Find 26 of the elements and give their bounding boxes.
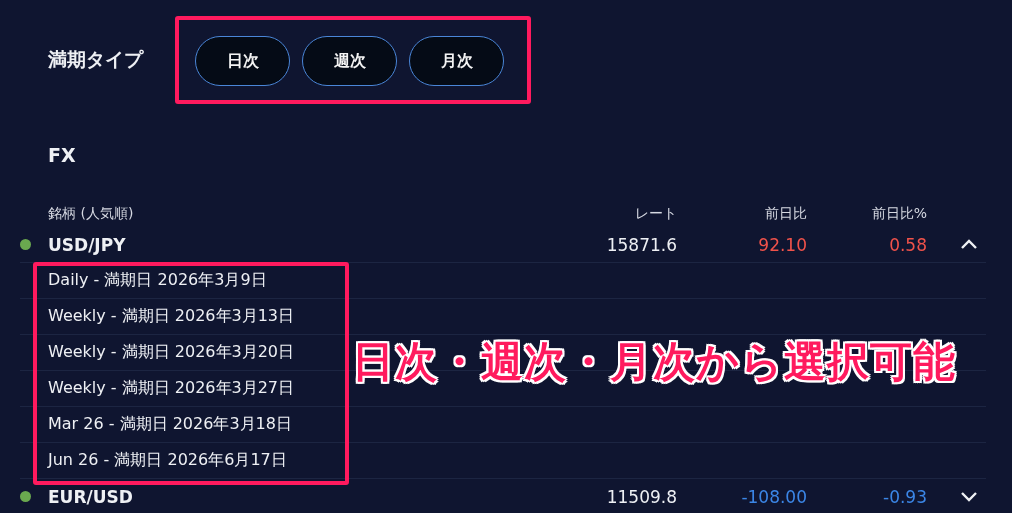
expiry-type-button[interactable]: 週次	[302, 36, 397, 86]
rate-value: 15871.6	[605, 234, 677, 255]
column-header: 前日比%	[870, 205, 927, 223]
chevron-icon[interactable]	[960, 239, 978, 250]
annotation-caption: 日次・週次・月次から選択可能	[352, 336, 956, 388]
expiry-option[interactable]: Daily - 満期日 2026年3月9日	[48, 270, 267, 291]
expiry-option[interactable]: Weekly - 満期日 2026年3月27日	[48, 378, 295, 399]
chevron-icon[interactable]	[960, 491, 978, 502]
change-value: -108.00	[740, 486, 807, 507]
column-header: レート	[634, 205, 677, 223]
expiry-type-button[interactable]: 日次	[195, 36, 290, 86]
expiry-option[interactable]: Mar 26 - 満期日 2026年3月18日	[48, 414, 292, 435]
expiry-option[interactable]: Weekly - 満期日 2026年3月20日	[48, 342, 295, 363]
change-value: 92.10	[757, 234, 807, 255]
symbol-label[interactable]: EUR/USD	[48, 486, 557, 507]
change-percent-value: 0.58	[888, 234, 927, 255]
expiry-option[interactable]: Jun 26 - 満期日 2026年6月17日	[48, 450, 287, 471]
column-header: 銘柄 (人気順)	[48, 205, 135, 223]
filter-label: 満期タイプ	[48, 47, 143, 72]
change-percent-value: -0.93	[882, 486, 927, 507]
expiry-option[interactable]: Weekly - 満期日 2026年3月13日	[48, 306, 295, 327]
column-header: 前日比	[764, 205, 807, 223]
section-title: FX	[47, 143, 77, 168]
symbol-label[interactable]: USD/JPY	[48, 234, 557, 255]
expiry-type-button[interactable]: 月次	[409, 36, 504, 86]
rate-value: 11509.8	[605, 486, 677, 507]
